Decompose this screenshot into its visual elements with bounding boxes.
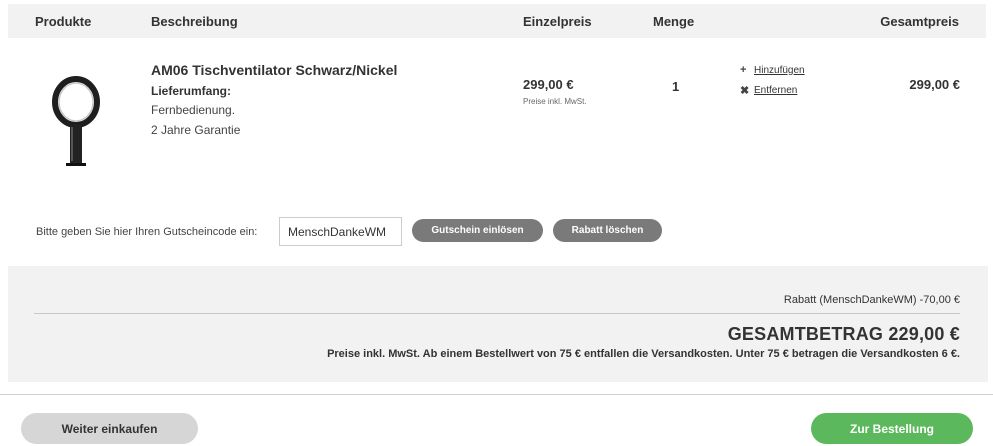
clear-discount-button[interactable]: Rabatt löschen — [553, 219, 662, 242]
quantity-value: 1 — [672, 79, 680, 94]
continue-shopping-button[interactable]: Weiter einkaufen — [21, 413, 198, 444]
product-image[interactable] — [36, 72, 126, 172]
cart-table-header: Produkte Beschreibung Einzelpreis Menge … — [8, 4, 986, 38]
scope-item: Fernbedienung. — [151, 103, 236, 117]
summary-divider — [34, 313, 960, 314]
header-description: Beschreibung — [151, 14, 238, 29]
unit-price: 299,00 € — [523, 77, 574, 92]
scope-label: Lieferumfang: — [151, 84, 232, 98]
x-icon: ✖ — [740, 85, 750, 97]
discount-line: Rabatt (MenschDankeWM) -70,00 € — [783, 294, 960, 306]
redeem-voucher-button[interactable]: Gutschein einlösen — [412, 219, 543, 242]
add-item-link[interactable]: + Hinzufügen — [740, 64, 805, 76]
voucher-code-input[interactable] — [279, 217, 402, 246]
footer-divider — [0, 394, 993, 395]
scope-item: 2 Jahre Garantie — [151, 123, 241, 137]
unit-price-note: Preise inkl. MwSt. — [523, 97, 587, 106]
header-total-price: Gesamtpreis — [880, 14, 959, 29]
grand-total: GESAMTBETRAG 229,00 € — [727, 324, 960, 344]
add-item-label[interactable]: Hinzufügen — [754, 65, 805, 76]
line-total: 299,00 € — [909, 77, 960, 92]
header-products: Produkte — [35, 14, 92, 29]
proceed-to-order-button[interactable]: Zur Bestellung — [811, 413, 973, 444]
remove-item-label[interactable]: Entfernen — [754, 85, 797, 96]
fan-icon — [52, 76, 100, 166]
header-quantity: Menge — [653, 14, 695, 29]
voucher-label: Bitte geben Sie hier Ihren Gutscheincode… — [36, 226, 258, 238]
product-name[interactable]: AM06 Tischventilator Schwarz/Nickel — [151, 62, 397, 78]
header-unit-price: Einzelpreis — [523, 14, 592, 29]
shipping-note: Preise inkl. MwSt. Ab einem Bestellwert … — [327, 348, 960, 360]
remove-item-link[interactable]: ✖ Entfernen — [740, 84, 797, 97]
plus-icon: + — [740, 64, 747, 76]
